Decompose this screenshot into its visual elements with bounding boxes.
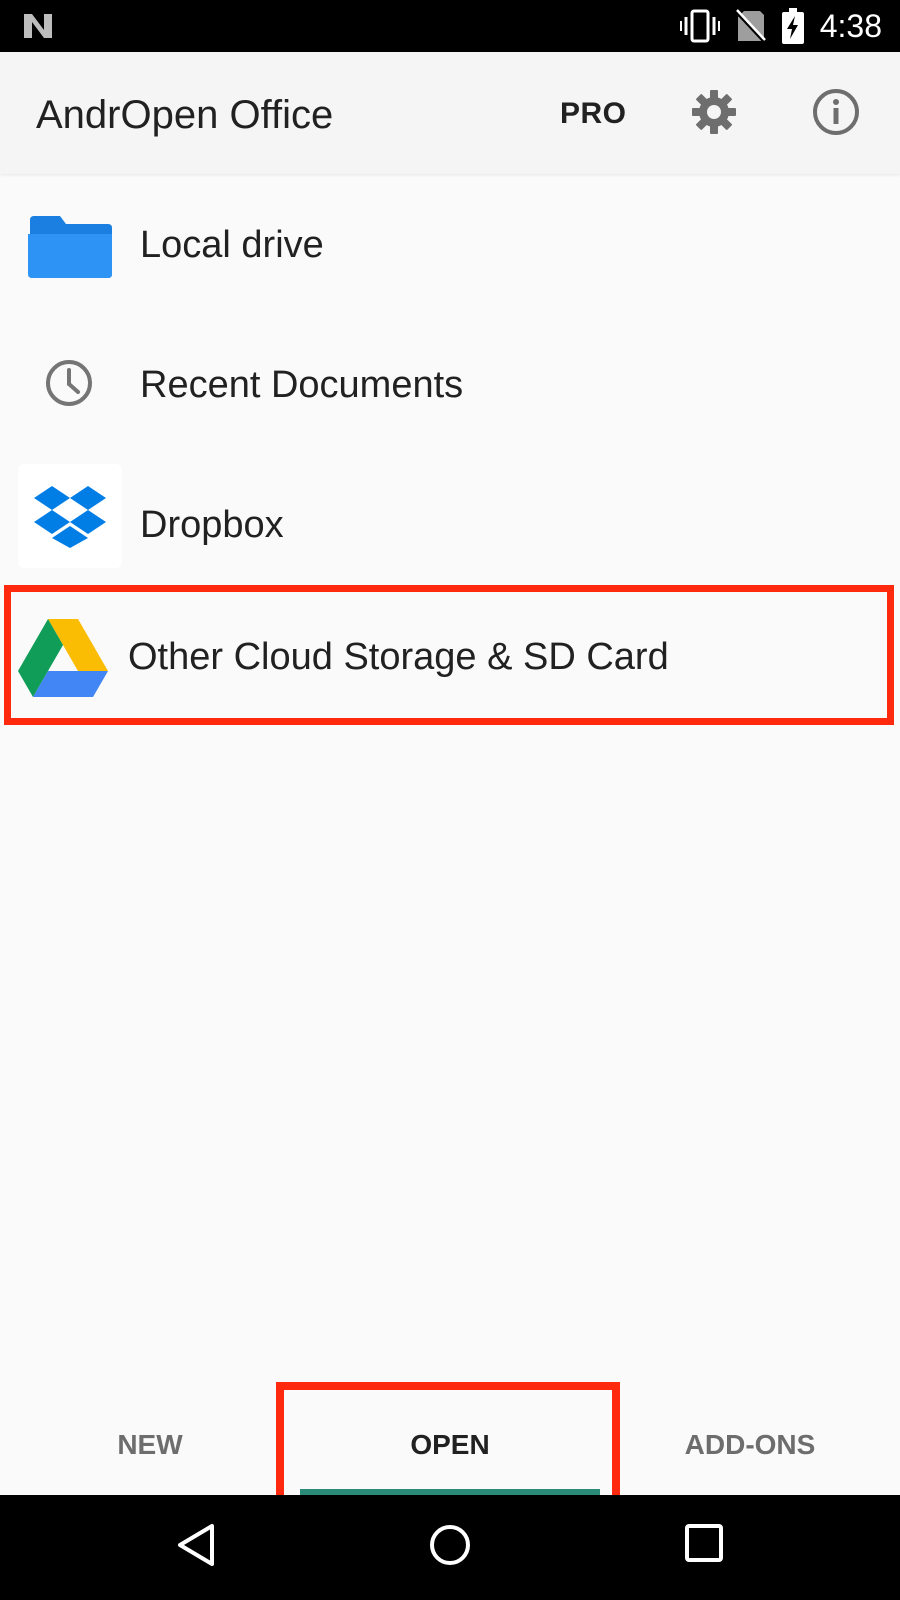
home-icon[interactable] bbox=[428, 1523, 472, 1572]
folder-icon bbox=[26, 214, 114, 285]
list-item-dropbox[interactable]: Dropbox bbox=[0, 456, 900, 594]
google-drive-icon bbox=[18, 617, 110, 702]
recents-icon[interactable] bbox=[684, 1523, 724, 1568]
clock-icon bbox=[44, 358, 94, 413]
list-item-label: Local drive bbox=[140, 224, 324, 266]
status-time: 4:38 bbox=[819, 8, 882, 44]
battery-charging-icon bbox=[782, 8, 804, 49]
app-title: AndrOpen Office bbox=[36, 93, 334, 137]
n-logo-icon bbox=[22, 12, 54, 45]
tab-new[interactable]: NEW bbox=[0, 1395, 300, 1495]
status-bar: 4:38 bbox=[0, 0, 900, 52]
tab-open[interactable]: OPEN bbox=[300, 1395, 600, 1495]
back-icon[interactable] bbox=[176, 1523, 216, 1572]
settings-icon[interactable] bbox=[690, 88, 738, 141]
tab-add-ons[interactable]: ADD-ONS bbox=[600, 1395, 900, 1495]
list-item-label: Dropbox bbox=[140, 504, 284, 546]
list-item-local-drive[interactable]: Local drive bbox=[0, 176, 900, 314]
list-item-recent-documents[interactable]: Recent Documents bbox=[0, 316, 900, 454]
vibrate-icon bbox=[680, 9, 720, 48]
pro-button[interactable]: PRO bbox=[560, 94, 627, 134]
dropbox-icon bbox=[18, 464, 122, 568]
list-item-label: Recent Documents bbox=[140, 364, 464, 406]
navigation-bar bbox=[0, 1495, 900, 1600]
list-item-other-cloud-storage[interactable]: Other Cloud Storage & SD Card bbox=[0, 589, 900, 721]
app-bar: AndrOpen Office PRO bbox=[0, 52, 900, 174]
no-sim-icon bbox=[734, 9, 768, 48]
info-icon[interactable] bbox=[812, 88, 860, 141]
bottom-tab-bar: NEW OPEN ADD-ONS bbox=[0, 1395, 900, 1495]
list-item-label: Other Cloud Storage & SD Card bbox=[128, 636, 669, 678]
